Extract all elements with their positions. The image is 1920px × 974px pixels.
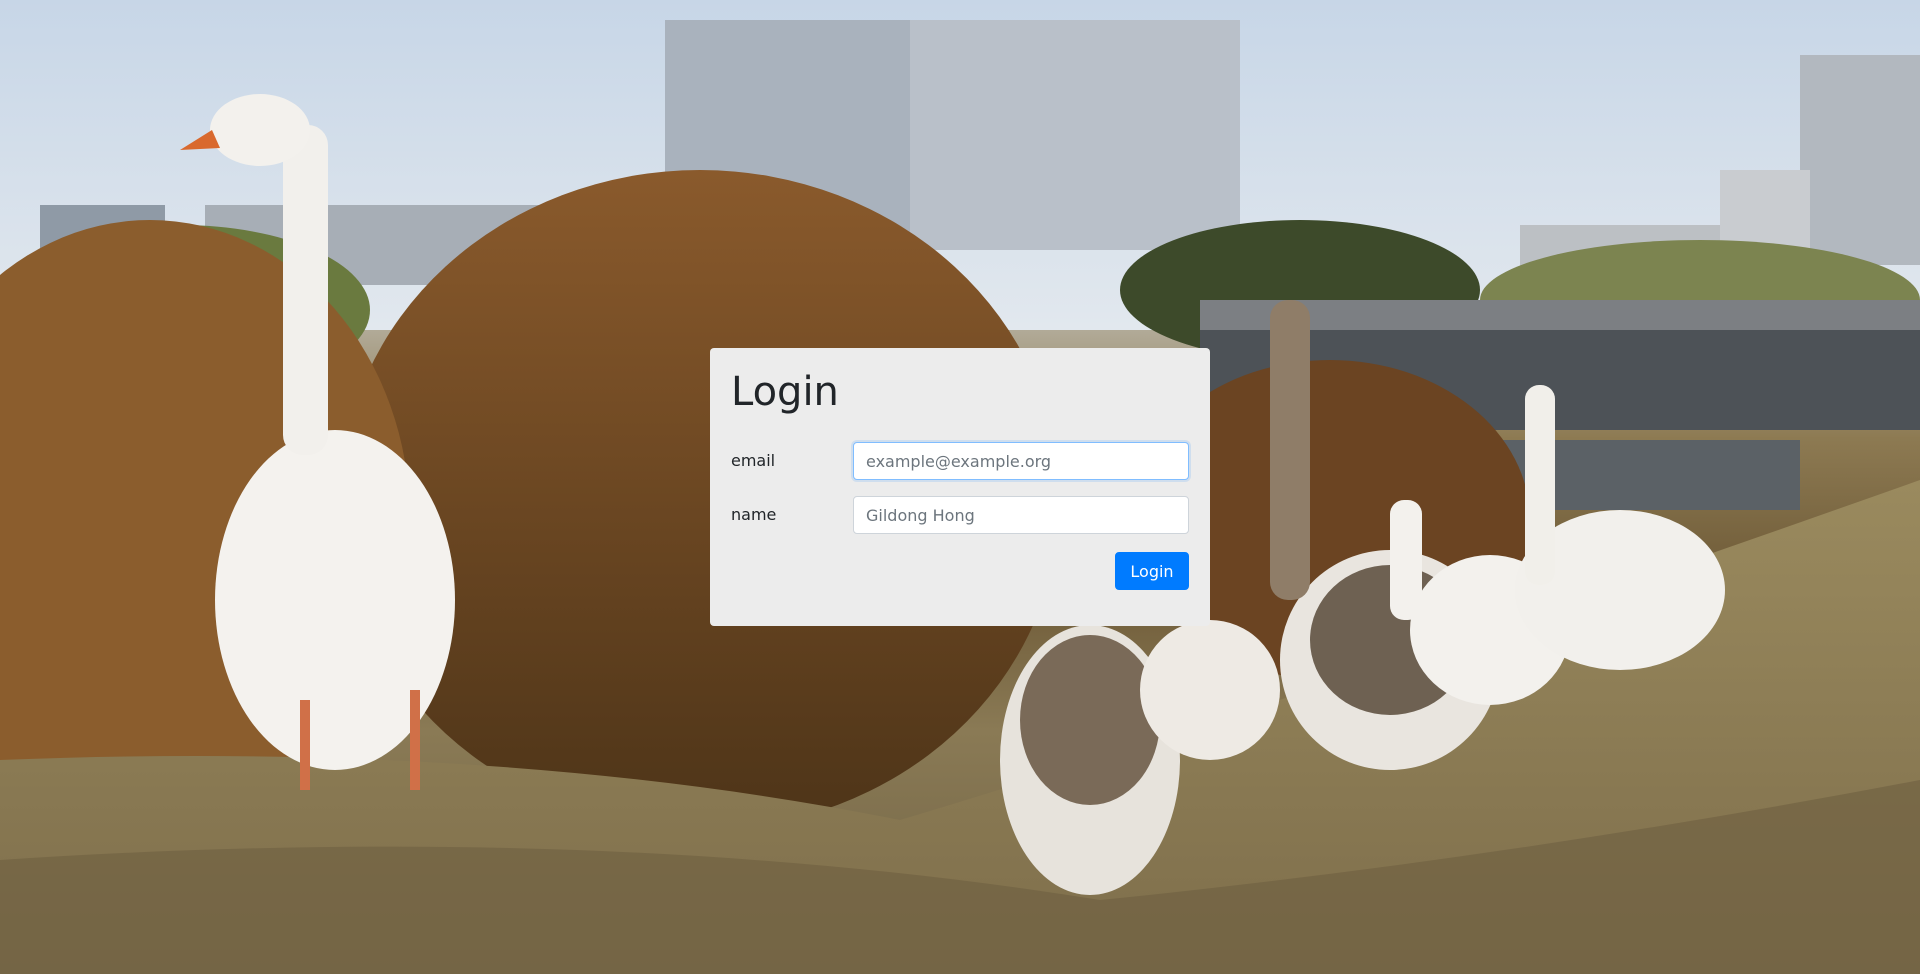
name-label: name [731, 505, 777, 524]
email-form-row: email [731, 442, 1189, 480]
login-button[interactable]: Login [1115, 552, 1189, 590]
name-form-row: name [731, 496, 1189, 534]
name-input[interactable] [853, 496, 1189, 534]
login-card: Login email name Login [710, 348, 1210, 626]
login-title: Login [731, 369, 839, 415]
email-label: email [731, 451, 776, 470]
email-input[interactable] [853, 442, 1189, 480]
login-page: Login email name Login [0, 0, 1920, 974]
